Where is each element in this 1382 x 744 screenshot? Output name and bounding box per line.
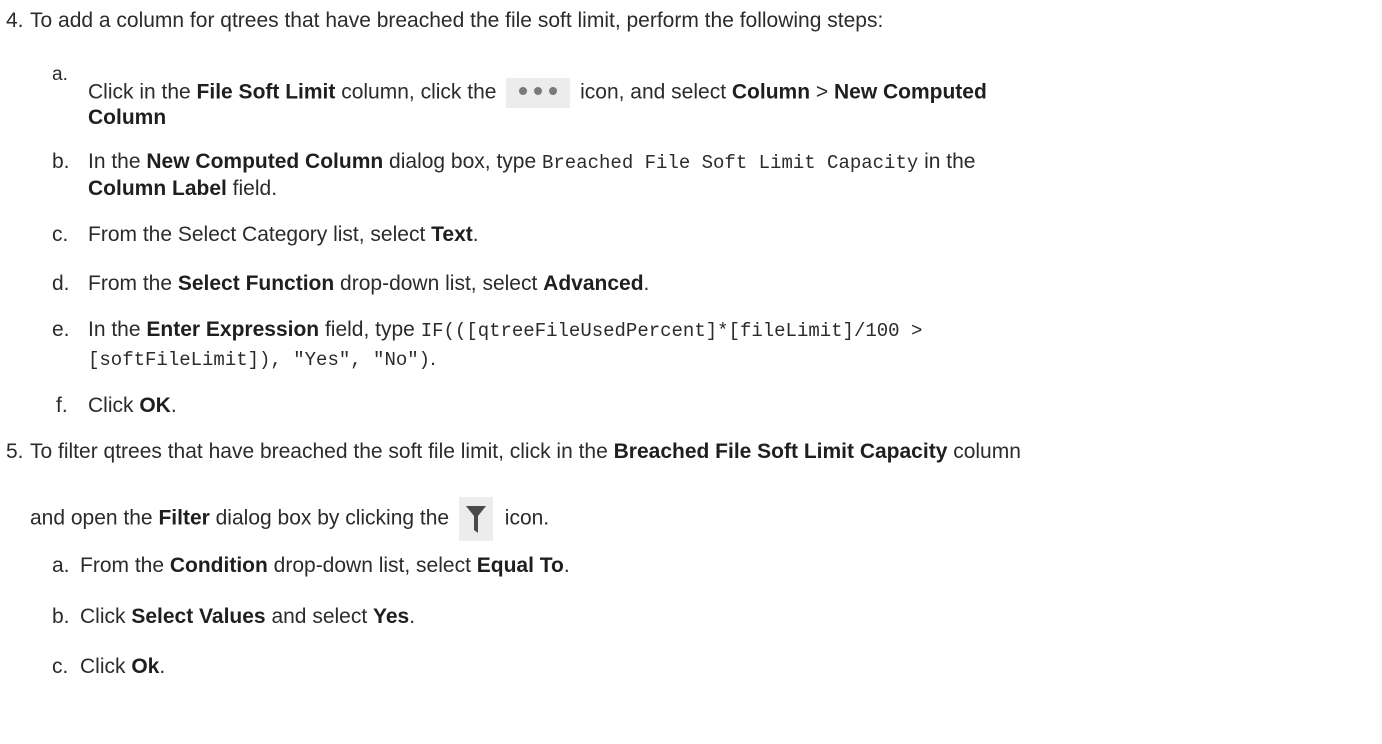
step-4b-line2: Column Label field. [88,177,278,200]
filter-funnel-icon [458,497,493,541]
step-4b-line1: In the New Computed Column dialog box, t… [88,150,976,174]
step-4e-letter: e. [52,318,70,341]
step-4d-letter: d. [52,272,70,295]
step-5a-text: From the Condition drop-down list, selec… [80,554,570,577]
step-4c-text: From the Select Category list, select Te… [88,223,479,246]
step-5-line1: To filter qtrees that have breached the … [30,440,1021,463]
step-4a-letter: a. [52,64,68,85]
step-4-number: 4. [6,9,24,32]
step-4f-text: Click OK. [88,394,177,417]
step-4c-letter: c. [52,223,69,246]
step-4b-letter: b. [52,150,70,173]
document: 4. To add a column for qtrees that have … [0,0,1382,744]
more-dots-icon [506,78,571,108]
step-4-intro: To add a column for qtrees that have bre… [30,9,884,32]
step-4a-line1: Click in the File Soft Limit column, cli… [88,78,987,108]
step-5c-letter: c. [52,655,69,678]
step-4d-text: From the Select Function drop-down list,… [88,272,650,295]
step-5a-letter: a. [52,554,70,577]
step-5-number: 5. [6,440,24,463]
step-5b-text: Click Select Values and select Yes. [80,605,416,628]
step-5-line2: and open the Filter dialog box by clicki… [30,497,549,541]
step-5c-text: Click Ok. [80,655,166,678]
step-5b-letter: b. [52,605,70,628]
step-4a-line2: Column [88,106,167,129]
step-4e-line1: In the Enter Expression field, type IF((… [88,318,923,342]
step-4f-letter: f. [56,394,68,417]
step-4e-line2: [softFileLimit]), "Yes", "No"). [88,347,436,371]
